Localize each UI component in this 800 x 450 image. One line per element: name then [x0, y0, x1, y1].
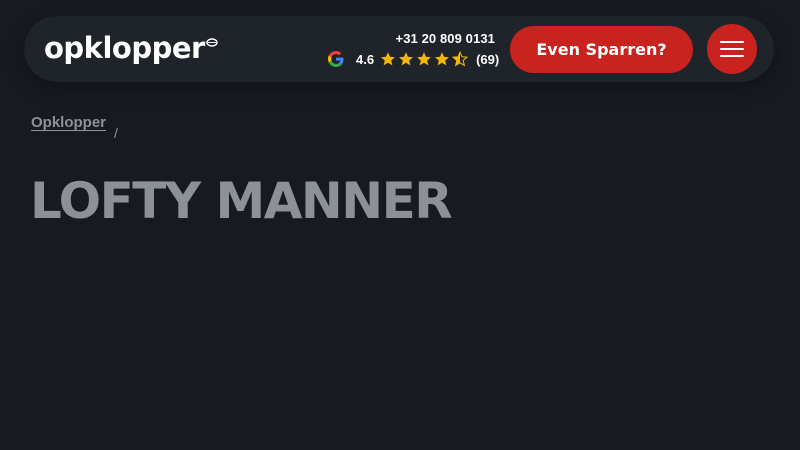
- star-icon: [417, 52, 432, 66]
- whisk-icon: [206, 38, 218, 47]
- menu-button[interactable]: [707, 24, 757, 74]
- hamburger-menu-icon: [720, 55, 744, 57]
- page: opklopper +31 20 809 0131 4.6 (69) Even …: [0, 0, 800, 450]
- breadcrumb-separator: /: [114, 125, 118, 141]
- hamburger-menu-icon: [720, 41, 744, 43]
- breadcrumb-link-home[interactable]: Opklopper: [31, 114, 106, 131]
- rating-value: 4.6: [356, 51, 375, 67]
- google-icon: [328, 51, 344, 67]
- star-icon: [399, 52, 414, 66]
- even-sparren-button[interactable]: Even Sparren?: [510, 26, 693, 73]
- star-icon: [435, 52, 450, 66]
- phone-number[interactable]: +31 20 809 0131: [396, 31, 495, 46]
- star-rating: [380, 51, 469, 67]
- star-icon: [381, 52, 396, 66]
- half-star-icon: [452, 51, 469, 67]
- google-rating[interactable]: 4.6 (69): [328, 50, 499, 68]
- rating-count: (69): [476, 51, 500, 67]
- logo-text: opklopper: [44, 31, 205, 65]
- page-title: LOFTY MANNER: [30, 172, 453, 230]
- logo[interactable]: opklopper: [44, 30, 218, 66]
- breadcrumb: Opklopper /: [31, 114, 118, 141]
- hamburger-menu-icon: [720, 48, 744, 50]
